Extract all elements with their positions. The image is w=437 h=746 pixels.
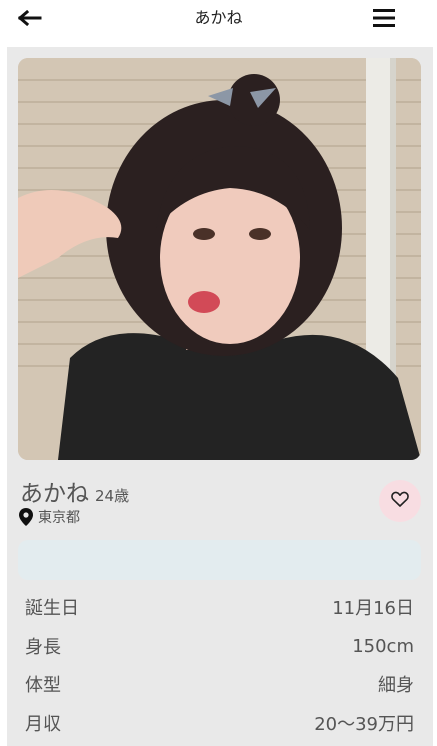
- heart-icon: [391, 491, 409, 511]
- detail-row-body-type: 体型 細身: [25, 669, 414, 699]
- detail-row-height: 身長 150cm: [25, 631, 414, 661]
- detail-row-income: 月収 20〜39万円: [25, 708, 414, 738]
- menu-button[interactable]: [368, 6, 400, 34]
- detail-value: 150cm: [352, 635, 414, 657]
- map-pin-icon: [19, 508, 33, 526]
- detail-label: 月収: [25, 714, 61, 735]
- profile-card: あかね 24歳 東京都 誕生日 11月16日 身長 150cm 体型 細身 月収…: [7, 47, 433, 746]
- app-header: あかね: [0, 0, 437, 44]
- detail-value: 20〜39万円: [314, 714, 414, 735]
- profile-location-row: 東京都: [19, 507, 80, 527]
- profile-name-row: あかね 24歳: [20, 474, 130, 507]
- detail-row-birthday: 誕生日 11月16日: [25, 592, 414, 622]
- profile-age: 24歳: [95, 487, 130, 505]
- like-button[interactable]: [379, 480, 421, 522]
- profile-name: あかね: [20, 481, 89, 507]
- detail-label: 身長: [25, 637, 61, 658]
- profile-message-box: [18, 540, 421, 580]
- hamburger-menu-icon: [373, 9, 395, 31]
- detail-label: 体型: [25, 675, 61, 696]
- detail-value: 細身: [378, 675, 414, 696]
- profile-location: 東京都: [38, 510, 80, 526]
- detail-value: 11月16日: [332, 598, 414, 619]
- detail-label: 誕生日: [25, 598, 79, 619]
- profile-photo[interactable]: [18, 58, 421, 460]
